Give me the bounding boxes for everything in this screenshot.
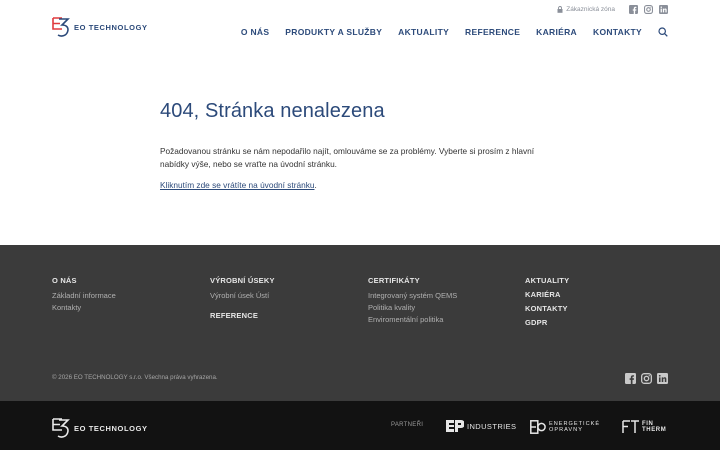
facebook-icon[interactable] [629,5,638,14]
footer-col-certifikaty: CERTIFIKÁTY Integrovaný systém QEMS Poli… [368,276,457,327]
footer-link-zakladni-informace[interactable]: Základní informace [52,291,116,300]
linkedin-icon[interactable] [659,5,668,14]
footer-heading-vyrobni-useky[interactable]: VÝROBNÍ ÚSEKY [210,276,275,285]
error-description: Požadovanou stránku se nám nepodařilo na… [160,146,535,169]
footer-link-enviromentalni-politika[interactable]: Enviromentální politika [368,315,457,324]
footer-col-vyrobni-useky: VÝROBNÍ ÚSEKY Výrobní úsek Ústí REFERENC… [210,276,275,326]
partner-fin-text: FIN THERM [642,421,666,434]
footer-heading-certifikaty[interactable]: CERTIFIKÁTY [368,276,457,285]
fin-therm-logo-icon [622,420,639,433]
home-link-suffix: . [314,180,317,190]
lock-icon [557,6,563,13]
footer-heading-kariera[interactable]: KARIÉRA [525,290,569,299]
nav-reference[interactable]: REFERENCE [465,27,520,37]
footer-col-o-nas: O NÁS Základní informace Kontakty [52,276,116,315]
search-icon[interactable] [658,27,668,37]
footer-heading-reference[interactable]: REFERENCE [210,311,275,320]
instagram-icon[interactable] [644,5,653,14]
footer-social [625,373,668,384]
facebook-icon[interactable] [625,373,636,384]
site-footer: O NÁS Základní informace Kontakty VÝROBN… [0,245,720,401]
partners-label: PARTNEŘI [391,422,424,428]
footer-col-misc: AKTUALITY KARIÉRA KONTAKTY GDPR [525,276,569,332]
home-link[interactable]: Kliknutím zde se vrátíte na úvodní strán… [160,180,315,190]
partner-fin-therm[interactable]: FIN THERM [622,420,666,434]
partner-industries-text: INDUSTRIES [467,421,517,431]
footer-link-politika-kvality[interactable]: Politika kvality [368,303,457,312]
partner-eo-text: ENERGETICKÉ OPRAVNY [549,421,600,433]
brand-name: EO TECHNOLOGY [74,22,148,32]
eo-logo-icon [52,418,70,438]
nav-aktuality[interactable]: AKTUALITY [398,27,449,37]
footer-link-kontakty[interactable]: Kontakty [52,303,116,312]
eo-logo-icon [52,17,70,37]
footer-heading-gdpr[interactable]: GDPR [525,318,569,327]
footer-heading-o-nas[interactable]: O NÁS [52,276,116,285]
footer-heading-aktuality[interactable]: AKTUALITY [525,276,569,285]
nav-o-nas[interactable]: O NÁS [241,27,269,37]
partner-eo-line2: OPRAVNY [549,427,583,433]
customer-zone-label: Zákaznická zóna [566,6,615,13]
footer-brand-name: EO TECHNOLOGY [74,423,148,433]
partner-ep-industries[interactable]: INDUSTRIES [446,420,516,432]
footer-link-qems[interactable]: Integrovaný systém QEMS [368,291,457,300]
copyright: © 2026 EO TECHNOLOGY s.r.o. Všechna práv… [52,374,218,381]
main-nav: O NÁS PRODUKTY A SLUŽBY AKTUALITY REFERE… [225,27,668,37]
partner-fin-line2: THERM [642,427,667,433]
utility-bar: Zákaznická zóna [557,5,668,14]
partner-energeticke-opravny[interactable]: ENERGETICKÉ OPRAVNY [530,420,600,434]
ep-logo-icon [446,420,464,432]
site-header: EO TECHNOLOGY Zákaznická zóna O NÁS PROD… [0,0,720,50]
linkedin-icon[interactable] [657,373,668,384]
footer-link-vyrobni-usek-usti[interactable]: Výrobní úsek Ústí [210,291,275,300]
home-link-row: Kliknutím zde se vrátíte na úvodní strán… [160,170,560,193]
nav-produkty-a-sluzby[interactable]: PRODUKTY A SLUŽBY [285,27,382,37]
footer-heading-kontakty[interactable]: KONTAKTY [525,304,569,313]
error-content: 404, Stránka nenalezena Požadovanou strá… [160,100,560,193]
eo-partner-logo-icon [530,420,546,434]
customer-zone-link[interactable]: Zákaznická zóna [557,6,615,13]
nav-kontakty[interactable]: KONTAKTY [593,27,642,37]
partners-bar: EO TECHNOLOGY PARTNEŘI INDUSTRIES ENERGE… [0,401,720,450]
footer-brand-logo[interactable]: EO TECHNOLOGY [52,417,148,439]
page-title: 404, Stránka nenalezena [160,100,385,122]
instagram-icon[interactable] [641,373,652,384]
nav-kariera[interactable]: KARIÉRA [536,27,577,37]
brand-logo[interactable]: EO TECHNOLOGY [52,16,148,38]
